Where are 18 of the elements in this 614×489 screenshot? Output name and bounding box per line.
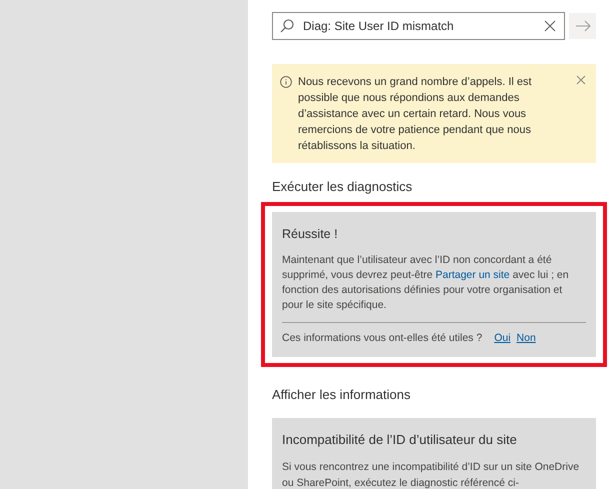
info-title: Incompatibilité de l’ID d’utilisateur du site bbox=[282, 430, 518, 449]
section-heading: Exécuter les diagnostics bbox=[272, 178, 414, 196]
info-icon bbox=[280, 76, 292, 88]
feedback-link[interactable]: Non bbox=[516, 331, 536, 347]
submit-button[interactable] bbox=[569, 13, 596, 39]
arrow-icon bbox=[574, 20, 590, 32]
search-icon bbox=[280, 19, 294, 33]
notice-text: Nous recevons un grand nombre d’appels. Il est possible que nous répondions aux demandes d’assistance avec un certain retard. Nous vous remercions de votre patience pendant que nous rétablissons la situation. bbox=[298, 75, 533, 154]
result-text: Maintenant que l’utilisateur avec l’ID non concordant a été supprimé, vous devrez peut-être Partager un site avec lui ; en fonction des autorisations définies pour votre organisation et pour le site spécifique. bbox=[282, 253, 570, 314]
share-site-link[interactable]: Partager un site bbox=[436, 269, 510, 282]
close-icon[interactable] bbox=[576, 75, 586, 85]
feedback-question: Ces informations vous ont-elles été utiles ? bbox=[282, 331, 482, 346]
result-title: Réussite ! bbox=[282, 226, 339, 242]
section-heading: Afficher les informations bbox=[272, 386, 412, 404]
feedback-link[interactable]: Oui bbox=[494, 331, 511, 347]
search-field[interactable]: Diag: Site User ID mismatch bbox=[272, 12, 565, 40]
clear-icon[interactable] bbox=[544, 20, 556, 32]
info-text: Si vous rencontrez une incompatibilité d’ID sur un site OneDrive ou SharePoint, exécutez le diagnostic référencé ci- bbox=[282, 460, 580, 489]
